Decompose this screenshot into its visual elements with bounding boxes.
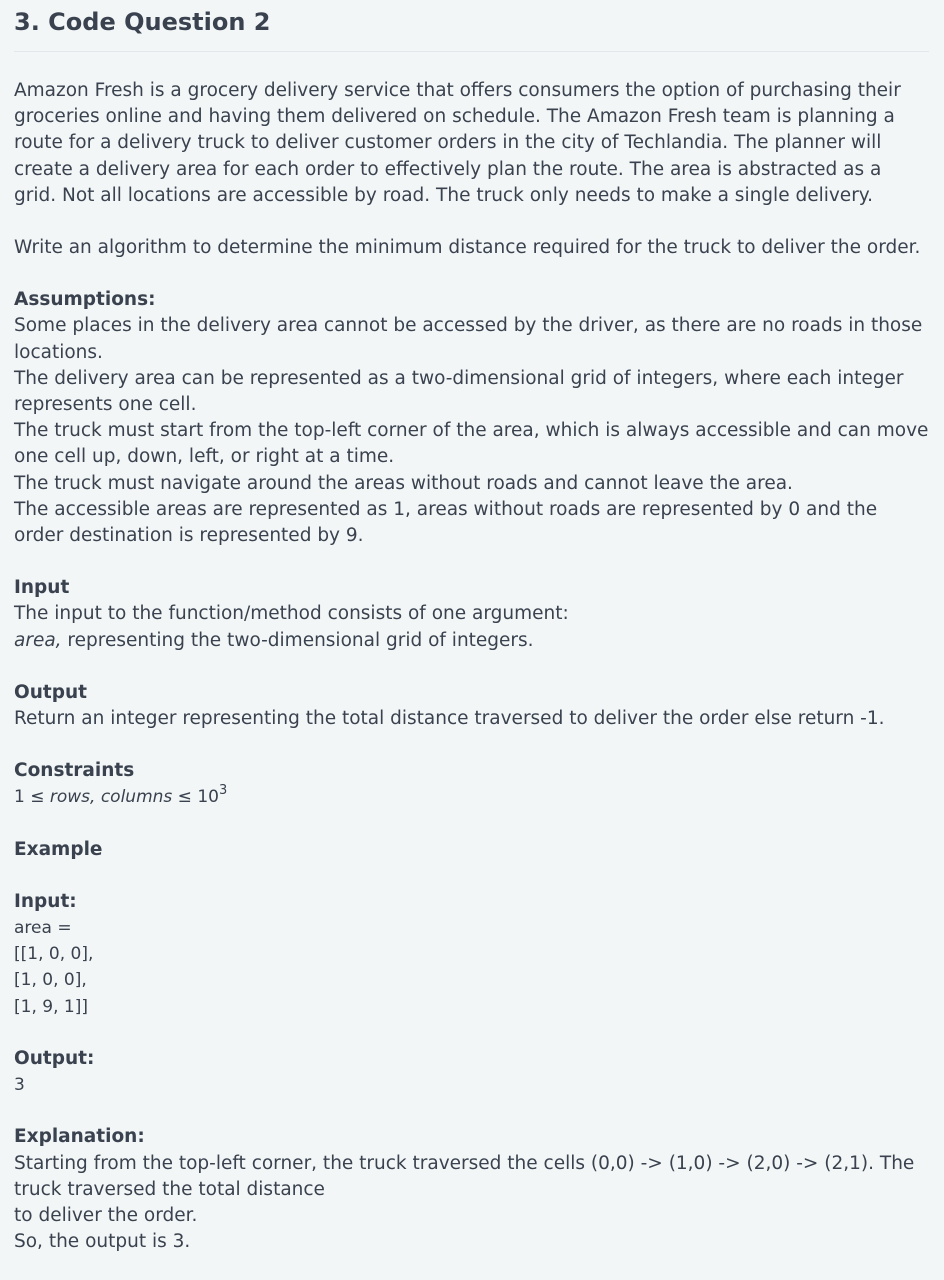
explanation-line: So, the output is 3. [14,1231,191,1253]
assumption-line: The delivery area can be represented as … [14,367,904,416]
assumption-line: The truck must navigate around the areas… [14,472,793,494]
input-argument: area, representing the two-dimensional g… [14,628,929,654]
explanation-line: to deliver the order. [14,1204,198,1226]
page-title: 3. Code Question 2 [14,0,929,52]
grid-row: [1, 0, 0], [14,970,87,991]
constraint-bound: ≤ 10 [172,787,219,808]
input-heading: Input [14,577,70,599]
constraint-exponent: 3 [218,783,228,799]
constraints-heading: Constraints [14,760,135,782]
assumptions-heading: Assumptions: [14,289,156,311]
constraints-section: Constraints 1 ≤ rows, columns ≤ 103 [14,758,929,810]
assumptions-section: Assumptions: Some places in the delivery… [14,287,929,549]
output-section: Output Return an integer representing th… [14,680,929,732]
constraint-line: 1 ≤ rows, columns ≤ 103 [14,784,929,810]
example-output-heading: Output: [14,1047,95,1069]
constraint-variables: rows, columns [49,787,173,808]
input-description: The input to the function/method consist… [14,603,569,625]
explanation-line: Starting from the top-left corner, the t… [14,1152,915,1200]
problem-page: 3. Code Question 2 Amazon Fresh is a gro… [0,0,944,1280]
argument-name: area, [14,629,62,651]
assumption-line: The truck must start from the top-left c… [14,420,929,468]
assumption-line: The accessible areas are represented as … [14,498,878,547]
assumption-line: Some places in the delivery area cannot … [14,315,923,363]
grid-row: [[1, 0, 0], [14,944,94,965]
example-section: Example Input: area = [[1, 0, 0], [1, 0,… [14,837,929,1256]
output-description: Return an integer representing the total… [14,708,885,730]
input-section: Input The input to the function/method c… [14,575,929,654]
output-heading: Output [14,681,87,703]
example-output-value: 3 [14,1075,25,1096]
argument-description: representing the two-dimensional grid of… [61,629,534,651]
area-label: area = [14,918,72,939]
example-heading: Example [14,838,103,860]
task-paragraph: Write an algorithm to determine the mini… [14,237,921,259]
grid-row: [1, 9, 1]] [14,996,88,1017]
problem-statement: Amazon Fresh is a grocery delivery servi… [14,78,929,1255]
constraint-prefix: 1 ≤ [14,787,50,808]
intro-paragraph: Amazon Fresh is a grocery delivery servi… [14,80,901,206]
explanation-heading: Explanation: [14,1126,145,1148]
example-input-heading: Input: [14,890,77,912]
